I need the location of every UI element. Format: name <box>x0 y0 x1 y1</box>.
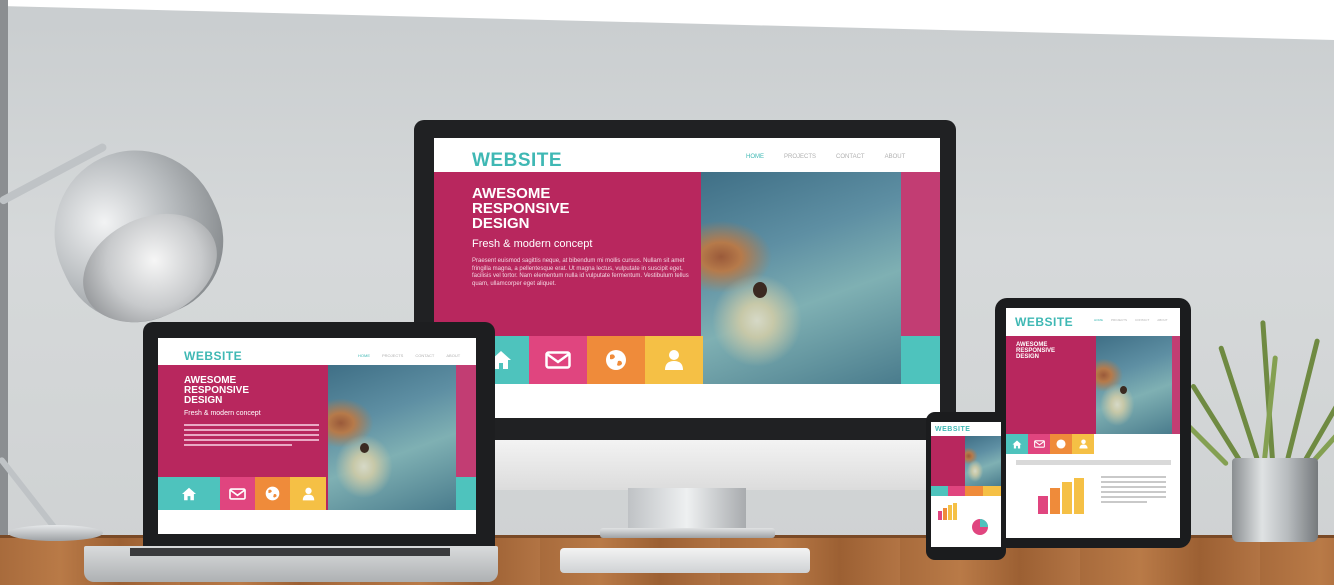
swimmer <box>1120 386 1127 394</box>
hero-panel <box>931 436 965 486</box>
user-icon <box>665 350 683 370</box>
site-nav: HOME PROJECTS CONTACT ABOUT <box>1094 318 1168 322</box>
side-strip-teal <box>901 336 940 384</box>
site-logo: WEBSITE <box>472 150 563 171</box>
side-strip-teal <box>456 477 476 510</box>
hero-title: AWESOME RESPONSIVE DESIGN <box>1016 342 1055 360</box>
hero-title: AWESOME RESPONSIVE DESIGN <box>184 376 249 406</box>
mail-icon <box>1033 440 1045 448</box>
mail-icon <box>545 351 571 369</box>
nav-contact[interactable]: CONTACT <box>1135 318 1149 322</box>
globe-icon <box>265 486 280 501</box>
tile-mail[interactable] <box>1028 434 1050 454</box>
home-icon <box>1012 439 1022 449</box>
hero-body-text: Praesent euismod sagittis neque, at bibe… <box>472 258 689 287</box>
monitor-foot <box>600 528 775 538</box>
bar-chart-graphic <box>938 503 957 520</box>
nav-contact[interactable]: CONTACT <box>415 353 434 358</box>
home-icon <box>182 487 196 500</box>
side-strip <box>456 365 476 477</box>
nav-home[interactable]: HOME <box>1094 318 1103 322</box>
hero-subtitle: Fresh & modern concept <box>472 238 593 250</box>
tile-home[interactable] <box>931 486 948 496</box>
nav-about[interactable]: ABOUT <box>446 353 460 358</box>
tile-user[interactable] <box>1072 434 1094 454</box>
tile-user[interactable] <box>983 486 1001 496</box>
hero-photo <box>328 365 456 510</box>
swimmer <box>360 443 369 453</box>
site-nav: HOME PROJECTS CONTACT ABOUT <box>746 154 905 160</box>
site-header: WEBSITE HOME PROJECTS CONTACT ABOUT <box>434 138 940 172</box>
tile-mail[interactable] <box>220 477 255 510</box>
hero-title: AWESOME RESPONSIVE DESIGN <box>472 186 570 231</box>
mail-icon <box>229 487 246 500</box>
swimmer <box>753 282 767 298</box>
tile-globe[interactable] <box>255 477 290 510</box>
tile-globe[interactable] <box>965 486 983 496</box>
plant-pot <box>1232 458 1318 542</box>
laptop-screen: WEBSITE HOME PROJECTS CONTACT ABOUT AWES… <box>158 338 476 534</box>
hero-photo <box>965 436 1001 486</box>
user-icon <box>302 487 314 500</box>
tile-mail[interactable] <box>948 486 965 496</box>
nav-about[interactable]: ABOUT <box>885 154 906 160</box>
hero-title-line: DESIGN <box>1016 354 1040 360</box>
content-text-lines <box>1101 476 1166 506</box>
tile-user[interactable] <box>645 336 703 384</box>
hero-photo <box>701 172 901 384</box>
nav-home[interactable]: HOME <box>358 353 370 358</box>
tile-mail[interactable] <box>529 336 587 384</box>
side-strip <box>901 172 940 336</box>
lamp-base <box>8 525 103 541</box>
hero-body-text <box>184 424 319 449</box>
product-photo-scene: WEBSITE HOME PROJECTS CONTACT ABOUT AWES… <box>0 0 1334 585</box>
nav-projects[interactable]: PROJECTS <box>1111 318 1127 322</box>
laptop-keyboard <box>130 548 450 556</box>
keyboard <box>560 548 810 573</box>
icon-tiles <box>472 336 703 384</box>
site-logo: WEBSITE <box>1015 315 1074 329</box>
hero-title-line: RESPONSIVE <box>472 200 570 217</box>
nav-about[interactable]: ABOUT <box>1157 318 1167 322</box>
user-icon <box>1078 439 1088 449</box>
hero-subtitle: Fresh & modern concept <box>184 410 261 417</box>
monitor-stand <box>628 488 746 530</box>
tablet-screen: WEBSITE HOME PROJECTS CONTACT ABOUT AWES… <box>1006 308 1180 538</box>
content-banner <box>1016 460 1171 465</box>
icon-tiles <box>931 486 1001 496</box>
tile-globe[interactable] <box>587 336 645 384</box>
side-strip <box>1172 336 1180 434</box>
monitor-screen: WEBSITE HOME PROJECTS CONTACT ABOUT AWES… <box>434 138 940 418</box>
tile-globe[interactable] <box>1050 434 1072 454</box>
tile-home[interactable] <box>1006 434 1028 454</box>
phone-screen: WEBSITE <box>931 422 1001 547</box>
hero-title-line: DESIGN <box>184 395 223 406</box>
bar-chart-graphic <box>1038 478 1084 514</box>
globe-icon <box>1056 439 1066 449</box>
tile-home[interactable] <box>158 477 220 510</box>
pie-chart-graphic <box>972 519 988 535</box>
hero-title-line: DESIGN <box>472 215 530 232</box>
nav-home[interactable]: HOME <box>746 154 764 160</box>
monitor-chin <box>414 440 956 490</box>
nav-projects[interactable]: PROJECTS <box>382 353 403 358</box>
site-logo: WEBSITE <box>184 349 243 363</box>
nav-contact[interactable]: CONTACT <box>836 154 865 160</box>
site-nav: HOME PROJECTS CONTACT ABOUT <box>358 353 460 358</box>
globe-icon <box>606 350 626 370</box>
hero-title-line: AWESOME <box>472 185 551 202</box>
hero-photo <box>1096 336 1172 434</box>
nav-projects[interactable]: PROJECTS <box>784 154 816 160</box>
icon-tiles <box>158 477 326 510</box>
icon-tiles <box>1006 434 1094 454</box>
tile-user[interactable] <box>290 477 326 510</box>
site-logo: WEBSITE <box>935 426 971 433</box>
